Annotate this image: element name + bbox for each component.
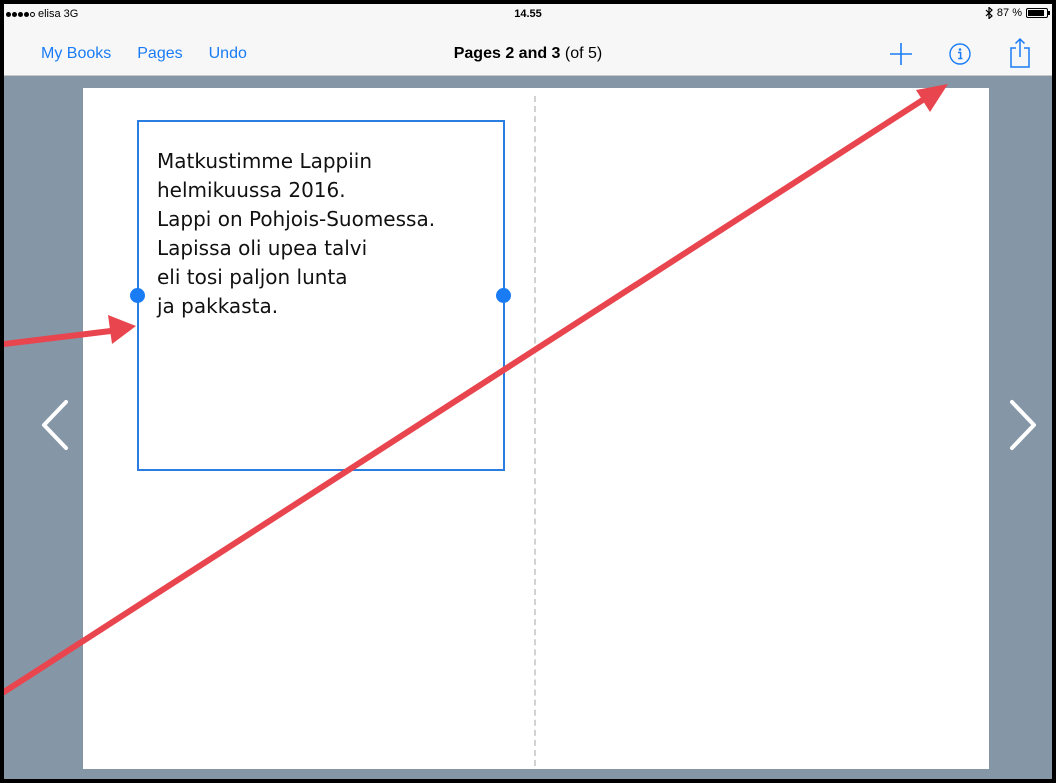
chevron-left-icon[interactable] <box>36 397 76 457</box>
share-icon[interactable] <box>1008 37 1032 69</box>
battery-percentage: 87 % <box>996 7 1022 19</box>
battery-level <box>1028 10 1044 16</box>
status-right: 87 % <box>985 7 1050 19</box>
resize-handle-left[interactable] <box>130 288 145 303</box>
chevron-right-icon[interactable] <box>1002 397 1042 457</box>
resize-handle-right[interactable] <box>496 288 511 303</box>
battery-icon <box>1026 8 1050 18</box>
bluetooth-icon <box>985 7 993 19</box>
text-box-content[interactable]: Matkustimme Lappiin helmikuussa 2016. La… <box>157 147 435 321</box>
app-frame: elisa 3G 14.55 87 % My Books Pages Undo … <box>0 0 1056 783</box>
plus-icon[interactable] <box>888 41 914 67</box>
text-box-selected[interactable]: Matkustimme Lappiin helmikuussa 2016. La… <box>130 120 511 471</box>
book-page-spread: Matkustimme Lappiin helmikuussa 2016. La… <box>83 88 989 769</box>
status-time: 14.55 <box>514 8 542 20</box>
page-title-range: Pages 2 and 3 <box>453 45 561 62</box>
page-gutter-divider <box>534 96 536 766</box>
page-title-total: (of 5) <box>560 45 603 62</box>
navigation-bar: My Books Pages Undo Pages 2 and 3 (of 5) <box>4 34 1052 76</box>
info-icon[interactable] <box>948 42 972 66</box>
status-bar: elisa 3G 14.55 87 % <box>4 4 1052 34</box>
